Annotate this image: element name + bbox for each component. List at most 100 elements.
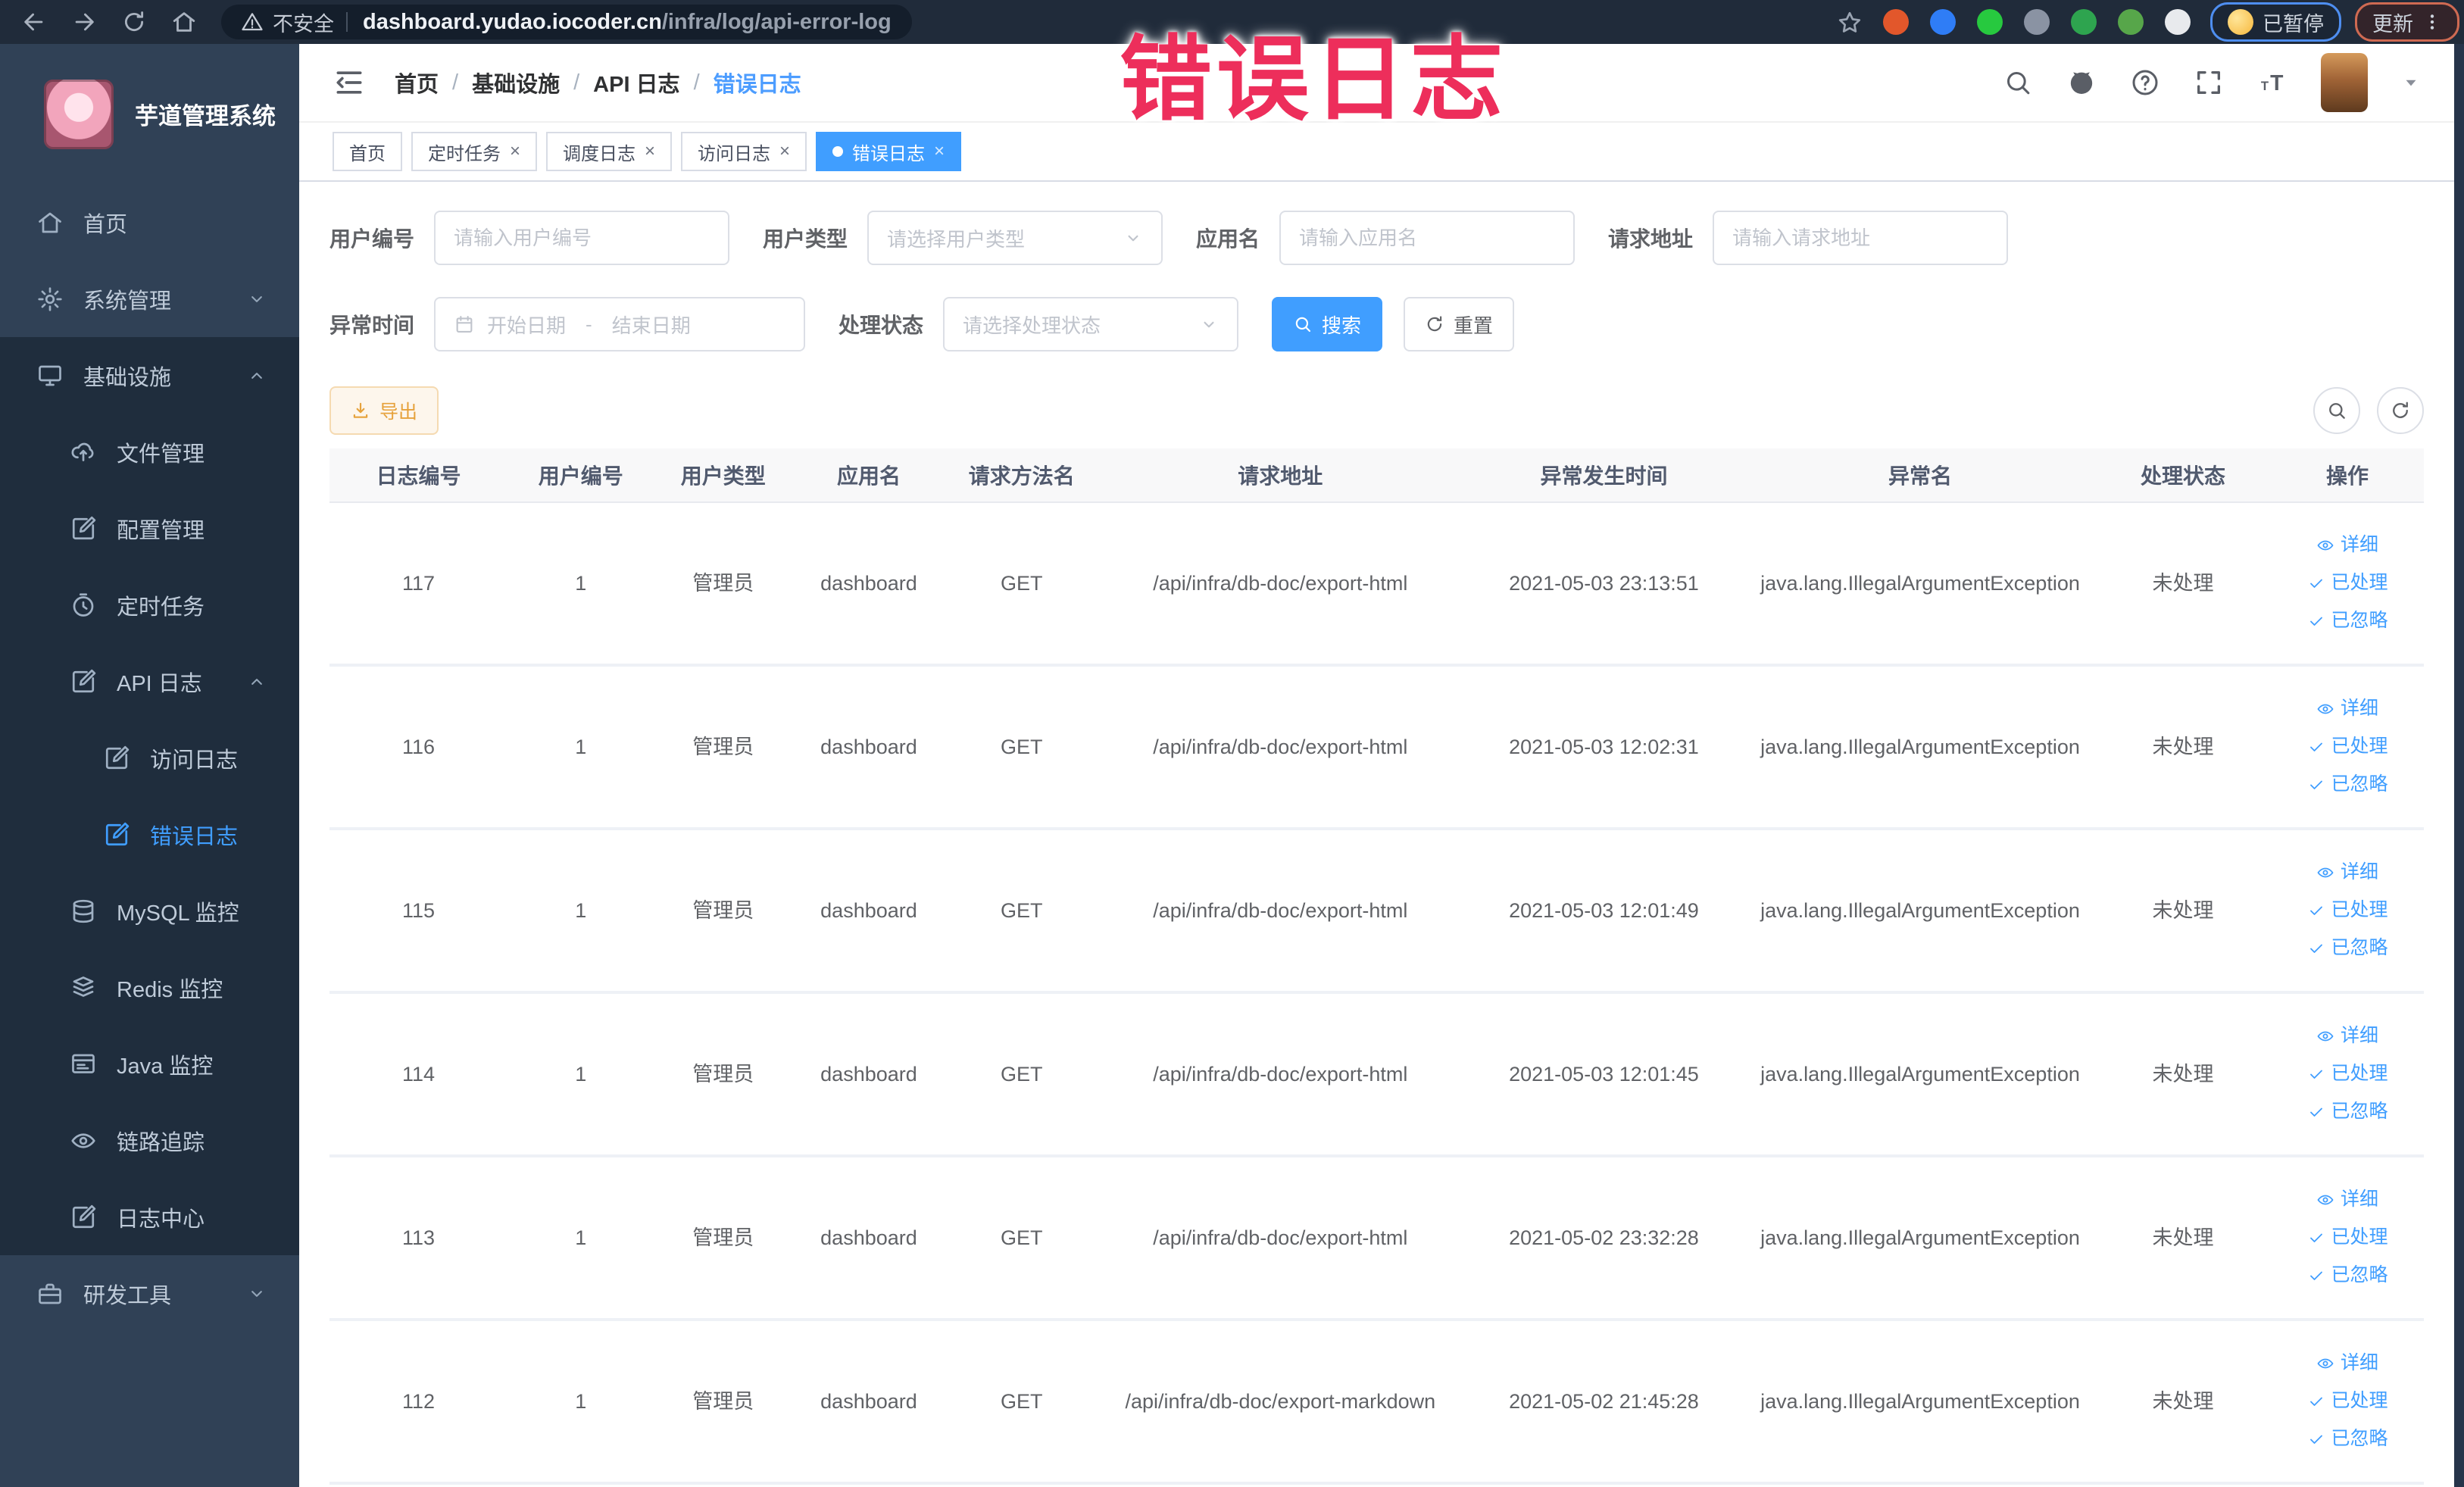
extension-grid-icon[interactable] bbox=[2024, 9, 2050, 35]
tab-3[interactable]: 访问日志 × bbox=[681, 132, 807, 171]
sidebar-item-9[interactable]: MySQL 监控 bbox=[0, 873, 299, 949]
column-header: 请求地址 bbox=[1238, 464, 1323, 488]
processed-link[interactable]: 已处理 bbox=[2307, 898, 2388, 923]
extension-orange-icon[interactable] bbox=[1883, 9, 1909, 35]
bookmark-star-icon[interactable] bbox=[1836, 9, 1862, 35]
sidebar-item-label: 日志中心 bbox=[117, 1207, 205, 1232]
processed-link[interactable]: 已处理 bbox=[2307, 1225, 2388, 1251]
sidebar-item-1[interactable]: 系统管理 bbox=[0, 261, 299, 337]
ignored-link[interactable]: 已忽略 bbox=[2307, 772, 2388, 798]
reload-icon bbox=[125, 11, 144, 32]
request-url-input[interactable] bbox=[1713, 211, 2009, 265]
app-name-input[interactable] bbox=[1279, 211, 1576, 265]
app-logo[interactable]: 芋道管理系统 bbox=[0, 44, 299, 184]
caret-down-icon[interactable] bbox=[2401, 73, 2421, 92]
tab-0[interactable]: 首页 bbox=[333, 132, 402, 171]
breadcrumb-item-home[interactable]: 首页 bbox=[395, 67, 439, 98]
reload-button[interactable] bbox=[118, 6, 150, 38]
sidebar-item-0[interactable]: 首页 bbox=[0, 184, 299, 261]
sidebar-item-13[interactable]: 日志中心 bbox=[0, 1179, 299, 1255]
monitor-icon bbox=[39, 365, 61, 386]
svg-text:T: T bbox=[2270, 71, 2283, 95]
date-range-picker[interactable]: 开始日期 - 结束日期 bbox=[434, 297, 806, 351]
sidebar-item-11[interactable]: Java 监控 bbox=[0, 1026, 299, 1102]
breadcrumb-item-infra[interactable]: 基础设施 bbox=[472, 67, 560, 98]
chevron-up-icon bbox=[251, 372, 262, 379]
sidebar-item-8[interactable]: 错误日志 bbox=[0, 796, 299, 873]
github-icon[interactable] bbox=[2066, 67, 2097, 98]
avatar[interactable] bbox=[2321, 53, 2368, 112]
back-button[interactable] bbox=[18, 6, 50, 38]
ignored-link[interactable]: 已忽略 bbox=[2307, 936, 2388, 961]
sidebar-item-label: 定时任务 bbox=[117, 595, 205, 620]
ignored-link[interactable]: 已忽略 bbox=[2307, 608, 2388, 634]
tab-2[interactable]: 调度日志 × bbox=[546, 132, 673, 171]
user-id-input[interactable] bbox=[434, 211, 730, 265]
forward-button[interactable] bbox=[68, 6, 100, 38]
close-icon[interactable]: × bbox=[645, 141, 655, 162]
tab-1[interactable]: 定时任务 × bbox=[411, 132, 538, 171]
sidebar-item-10[interactable]: Redis 监控 bbox=[0, 949, 299, 1026]
home-button[interactable] bbox=[168, 6, 200, 38]
filter-label: 处理状态 bbox=[839, 314, 924, 337]
ignored-link[interactable]: 已忽略 bbox=[2307, 1099, 2388, 1125]
export-button[interactable]: 导出 bbox=[329, 386, 439, 435]
ignored-link[interactable]: 已忽略 bbox=[2307, 1263, 2388, 1289]
sidebar-menu: 首页 系统管理 基础设施 文件管理 配置管理定时任务 API 日志 访问日志 错误日志 MySQ… bbox=[0, 184, 299, 1332]
refresh-table-button[interactable] bbox=[2377, 387, 2424, 434]
processed-link[interactable]: 已处理 bbox=[2307, 570, 2388, 596]
table-row: 112 1 管理员 dashboard GET/api/infra/db-doc/exp… bbox=[329, 1321, 2424, 1485]
page-scrollbar[interactable] bbox=[2454, 44, 2464, 1487]
detail-link[interactable]: 详细 bbox=[2316, 1351, 2378, 1376]
filter-label: 用户类型 bbox=[763, 227, 848, 251]
ignored-link[interactable]: 已忽略 bbox=[2307, 1426, 2388, 1452]
process-status-select[interactable]: 请选择处理状态 bbox=[943, 297, 1239, 351]
sidebar-item-14[interactable]: 研发工具 bbox=[0, 1255, 299, 1332]
close-icon[interactable]: × bbox=[510, 141, 520, 162]
search-button[interactable]: 搜索 bbox=[1272, 297, 1383, 351]
sidebar-item-6[interactable]: API 日志 bbox=[0, 643, 299, 720]
reset-button[interactable]: 重置 bbox=[1404, 297, 1515, 351]
processed-link[interactable]: 已处理 bbox=[2307, 1061, 2388, 1087]
paused-badge[interactable]: 已暂停 bbox=[2210, 2, 2341, 42]
sidebar-item-12[interactable]: 链路追踪 bbox=[0, 1102, 299, 1179]
db-icon bbox=[73, 899, 94, 923]
sidebar-item-3[interactable]: 文件管理 bbox=[0, 414, 299, 490]
extension-green-icon[interactable] bbox=[1977, 9, 2003, 35]
fullscreen-icon[interactable] bbox=[2194, 67, 2224, 98]
extension-shield-icon[interactable] bbox=[1930, 9, 1956, 35]
extension-puzzle-icon[interactable] bbox=[2165, 9, 2191, 35]
cell-url: /api/infra/db-doc/export-html bbox=[1153, 735, 1408, 758]
help-icon[interactable] bbox=[2130, 67, 2160, 98]
breadcrumb-item-api-log[interactable]: API 日志 bbox=[593, 67, 679, 98]
search-button-label: 搜索 bbox=[1322, 314, 1362, 337]
toggle-search-button[interactable] bbox=[2313, 387, 2360, 434]
detail-link[interactable]: 详细 bbox=[2316, 696, 2378, 722]
processed-link[interactable]: 已处理 bbox=[2307, 1389, 2388, 1414]
check-icon bbox=[2309, 742, 2322, 751]
app-title: 芋道管理系统 bbox=[135, 103, 276, 130]
detail-link[interactable]: 详细 bbox=[2316, 1187, 2378, 1213]
sidebar-item-2[interactable]: 基础设施 bbox=[0, 337, 299, 414]
tools-icon bbox=[39, 1283, 61, 1304]
tab-4[interactable]: 错误日志 × bbox=[816, 132, 962, 171]
cell-user_type: 管理员 bbox=[692, 1226, 754, 1249]
hamburger-icon[interactable] bbox=[333, 66, 366, 99]
detail-link[interactable]: 详细 bbox=[2316, 860, 2378, 886]
update-button[interactable]: 更新 bbox=[2355, 2, 2459, 42]
font-size-icon[interactable]: TT bbox=[2257, 67, 2288, 98]
extension-leaf-icon[interactable] bbox=[2118, 9, 2144, 35]
search-icon[interactable] bbox=[2003, 67, 2033, 98]
sidebar-item-4[interactable]: 配置管理 bbox=[0, 490, 299, 567]
tab-label: 访问日志 bbox=[698, 143, 771, 164]
processed-link[interactable]: 已处理 bbox=[2307, 734, 2388, 760]
detail-link[interactable]: 详细 bbox=[2316, 533, 2378, 558]
close-icon[interactable]: × bbox=[779, 141, 790, 162]
user-type-select[interactable]: 请选择用户类型 bbox=[867, 211, 1163, 265]
close-icon[interactable]: × bbox=[934, 141, 945, 162]
extension-git-icon[interactable] bbox=[2071, 9, 2097, 35]
address-bar[interactable]: 不安全 dashboard.yudao.iocoder.cn /infra/lo… bbox=[221, 5, 912, 39]
sidebar-item-5[interactable]: 定时任务 bbox=[0, 567, 299, 643]
detail-link[interactable]: 详细 bbox=[2316, 1023, 2378, 1049]
sidebar-item-7[interactable]: 访问日志 bbox=[0, 720, 299, 796]
